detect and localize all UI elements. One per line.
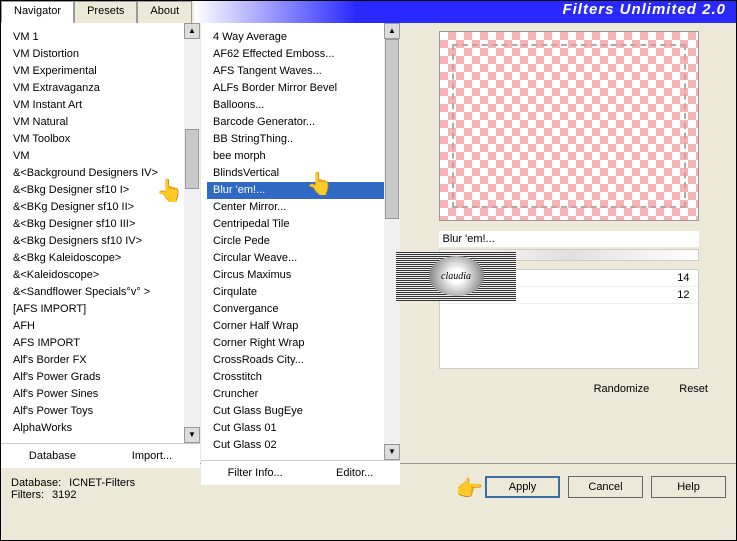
category-item[interactable]: &<Sandflower Specials°v° > bbox=[7, 284, 184, 301]
filter-scrollbar[interactable]: ▲ ▼ bbox=[384, 23, 400, 460]
category-item[interactable]: &<Bkg Designer sf10 III> bbox=[7, 216, 184, 233]
scroll-up-icon[interactable]: ▲ bbox=[184, 23, 200, 39]
filter-list[interactable]: 4 Way AverageAF62 Effected Emboss...AFS … bbox=[201, 23, 384, 460]
import-button[interactable]: Import... bbox=[132, 450, 172, 462]
filter-item[interactable]: Corner Half Wrap bbox=[207, 318, 384, 335]
category-item[interactable]: VM 1 bbox=[7, 29, 184, 46]
title-banner: Filters Unlimited 2.0 bbox=[194, 1, 736, 23]
preview-frame bbox=[452, 44, 686, 208]
category-item[interactable]: VM Toolbox bbox=[7, 131, 184, 148]
reset-button[interactable]: Reset bbox=[679, 383, 708, 395]
preview-box bbox=[439, 31, 699, 221]
category-item[interactable]: &<Background Designers IV> bbox=[7, 165, 184, 182]
filter-item[interactable]: AFS Tangent Waves... bbox=[207, 63, 384, 80]
category-item[interactable]: &<Bkg Designer sf10 I> bbox=[7, 182, 184, 199]
category-item[interactable]: VM Experimental bbox=[7, 63, 184, 80]
preview-column: Blur 'em!... X-blast14Y-blast12 Randomiz… bbox=[401, 23, 736, 463]
category-buttons: Database Import... bbox=[1, 443, 200, 468]
database-button[interactable]: Database bbox=[29, 450, 76, 462]
filter-buttons: Filter Info... Editor... bbox=[201, 460, 400, 485]
current-filter-label: Blur 'em!... bbox=[439, 231, 699, 247]
scroll-up-icon[interactable]: ▲ bbox=[384, 23, 400, 39]
apply-button[interactable]: Apply bbox=[485, 476, 560, 498]
filter-item[interactable]: BlindsVertical bbox=[207, 165, 384, 182]
filter-item[interactable]: AF62 Effected Emboss... bbox=[207, 46, 384, 63]
category-item[interactable]: Alf's Power Sines bbox=[7, 386, 184, 403]
filter-info-button[interactable]: Filter Info... bbox=[228, 467, 283, 479]
filter-item[interactable]: Cut Glass BugEye bbox=[207, 403, 384, 420]
filter-item[interactable]: bee morph bbox=[207, 148, 384, 165]
category-column: VM 1VM DistortionVM ExperimentalVM Extra… bbox=[1, 23, 201, 463]
randomize-button[interactable]: Randomize bbox=[594, 383, 650, 395]
category-item[interactable]: VM Instant Art bbox=[7, 97, 184, 114]
db-value: ICNET-Filters bbox=[69, 477, 135, 489]
filter-item[interactable]: Centripedal Tile bbox=[207, 216, 384, 233]
param-value: 14 bbox=[677, 272, 689, 284]
category-item[interactable]: &<Bkg Kaleidoscope> bbox=[7, 250, 184, 267]
filter-item[interactable]: Cruncher bbox=[207, 386, 384, 403]
category-item[interactable]: &<Kaleidoscope> bbox=[7, 267, 184, 284]
filter-item[interactable]: Circus Maximus bbox=[207, 267, 384, 284]
cancel-button[interactable]: Cancel bbox=[568, 476, 643, 498]
filter-item[interactable]: BB StringThing.. bbox=[207, 131, 384, 148]
footer-buttons: 👉 Apply Cancel Help bbox=[456, 476, 726, 502]
filter-item[interactable]: Cirqulate bbox=[207, 284, 384, 301]
filters-label: Filters: bbox=[11, 489, 44, 501]
tab-navigator[interactable]: Navigator bbox=[1, 1, 74, 23]
category-list[interactable]: VM 1VM DistortionVM ExperimentalVM Extra… bbox=[1, 23, 184, 443]
scroll-thumb[interactable] bbox=[385, 39, 399, 219]
param-value: 12 bbox=[677, 289, 689, 301]
category-item[interactable]: AlphaWorks bbox=[7, 420, 184, 437]
tab-presets[interactable]: Presets bbox=[74, 1, 137, 23]
category-item[interactable]: Alf's Power Toys bbox=[7, 403, 184, 420]
filter-item[interactable]: Crosstitch bbox=[207, 369, 384, 386]
filter-item[interactable]: Cut Glass 02 bbox=[207, 437, 384, 454]
category-item[interactable]: AFH bbox=[7, 318, 184, 335]
category-item[interactable]: VM Natural bbox=[7, 114, 184, 131]
filters-count: 3192 bbox=[52, 489, 76, 501]
category-item[interactable]: AFS IMPORT bbox=[7, 335, 184, 352]
filter-item[interactable]: Convergance bbox=[207, 301, 384, 318]
filter-item[interactable]: Balloons... bbox=[207, 97, 384, 114]
watermark-label: claudia bbox=[429, 256, 484, 296]
title-bar: Navigator Presets About Filters Unlimite… bbox=[1, 1, 736, 23]
filter-item[interactable]: Cut Glass 01 bbox=[207, 420, 384, 437]
app-title: Filters Unlimited 2.0 bbox=[194, 1, 736, 18]
main-area: VM 1VM DistortionVM ExperimentalVM Extra… bbox=[1, 23, 736, 463]
category-item[interactable]: Alf's Border FX bbox=[7, 352, 184, 369]
category-item[interactable]: Alf's Power Grads bbox=[7, 369, 184, 386]
filter-item[interactable]: 4 Way Average bbox=[207, 29, 384, 46]
filter-item[interactable]: Center Mirror... bbox=[207, 199, 384, 216]
category-item[interactable]: VM Extravaganza bbox=[7, 80, 184, 97]
category-item[interactable]: VM bbox=[7, 148, 184, 165]
category-item[interactable]: &<Bkg Designers sf10 IV> bbox=[7, 233, 184, 250]
category-item[interactable]: [AFS IMPORT] bbox=[7, 301, 184, 318]
filter-item[interactable]: CrossRoads City... bbox=[207, 352, 384, 369]
filter-item[interactable]: ALFs Border Mirror Bevel bbox=[207, 80, 384, 97]
category-item[interactable]: VM Distortion bbox=[7, 46, 184, 63]
watermark: claudia bbox=[396, 251, 516, 301]
category-item[interactable]: &<BKg Designer sf10 II> bbox=[7, 199, 184, 216]
tab-strip: Navigator Presets About bbox=[1, 1, 192, 23]
filter-column: 4 Way AverageAF62 Effected Emboss...AFS … bbox=[201, 23, 401, 463]
category-scrollbar[interactable]: ▲ ▼ bbox=[184, 23, 200, 443]
scroll-thumb[interactable] bbox=[185, 129, 199, 189]
preview-buttons: Randomize Reset bbox=[409, 377, 728, 401]
tab-about[interactable]: About bbox=[137, 1, 192, 23]
filter-item[interactable]: Barcode Generator... bbox=[207, 114, 384, 131]
filter-item[interactable]: Circle Pede bbox=[207, 233, 384, 250]
scroll-down-icon[interactable]: ▼ bbox=[384, 444, 400, 460]
scroll-down-icon[interactable]: ▼ bbox=[184, 427, 200, 443]
filter-item[interactable]: Blur 'em!... bbox=[207, 182, 384, 199]
pointer-hand-icon: 👉 bbox=[456, 476, 483, 502]
db-label: Database: bbox=[11, 477, 61, 489]
filter-item[interactable]: Circular Weave... bbox=[207, 250, 384, 267]
help-button[interactable]: Help bbox=[651, 476, 726, 498]
filter-item[interactable]: Corner Right Wrap bbox=[207, 335, 384, 352]
editor-button[interactable]: Editor... bbox=[336, 467, 373, 479]
